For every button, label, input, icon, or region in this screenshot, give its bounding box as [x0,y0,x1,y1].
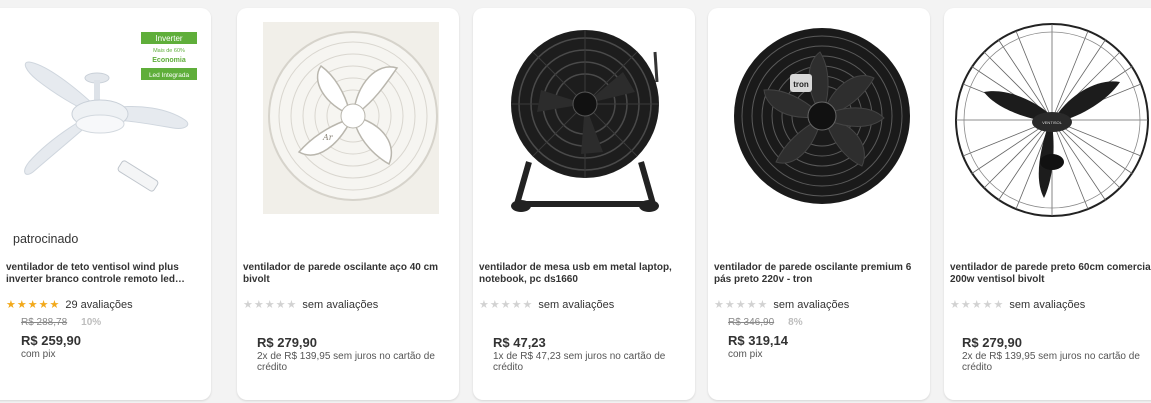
rating-stars: ★ ★ ★ ★ ★ [479,299,533,311]
discount-badge: 8% [788,317,803,328]
star-icon: ★ [714,299,724,311]
payment-info: 2x de R$ 139,95 sem juros no cartão de c… [962,351,1140,373]
old-price: R$ 288,78 [21,317,68,328]
rating-stars: ★ ★ ★ ★ ★ [950,299,1004,311]
product-image[interactable]: Inverter Mais de 60% Economia Led Integr… [0,12,211,224]
rating-count: sem avaliações [538,299,615,311]
old-price-row: R$ 288,78 10% [21,317,101,328]
payment-info: 2x de R$ 139,95 sem juros no cartão de c… [257,351,435,373]
star-icon: ★ [746,299,757,311]
star-icon: ★ [960,299,971,311]
svg-text:Led Integrada: Led Integrada [149,72,190,79]
product-image[interactable]: VENTISOL [944,12,1151,224]
wall-fan-icon: Ar [263,22,439,214]
product-image[interactable] [473,12,695,224]
payment-info: com pix [728,349,763,360]
svg-text:VENTISOL: VENTISOL [1042,120,1063,125]
star-icon: ★ [479,299,489,311]
product-card[interactable]: Ar ventilador de parede oscilante aço 40… [237,8,459,400]
star-icon: ★ [27,299,38,311]
star-icon: ★ [522,299,533,311]
payment-info: com pix [21,349,56,360]
rating-stars: ★ ★ ★ ★ ★ [714,299,768,311]
star-icon: ★ [489,299,500,311]
svg-text:tron: tron [793,80,809,89]
price: R$ 47,23 [493,335,546,350]
star-icon: ★ [724,299,735,311]
product-title[interactable]: ventilador de parede oscilante premium 6… [714,262,924,286]
price: R$ 279,90 [257,335,317,350]
star-icon: ★ [971,299,982,311]
star-icon: ★ [253,299,264,311]
rating-count: 29 avaliações [65,299,133,311]
payment-info: 1x de R$ 47,23 sem juros no cartão de cr… [493,351,666,373]
rating: ★ ★ ★ ★ ★ sem avaliações [479,298,614,312]
star-icon: ★ [38,299,49,311]
star-icon: ★ [500,299,511,311]
star-icon: ★ [243,299,253,311]
product-card[interactable]: ventilador de mesa usb em metal laptop, … [473,8,695,400]
product-title[interactable]: ventilador de parede preto 60cm comercia… [950,262,1151,286]
svg-text:Inverter: Inverter [155,34,182,43]
star-icon: ★ [511,299,522,311]
svg-text:Ar: Ar [322,133,334,142]
product-title[interactable]: ventilador de teto ventisol wind plus in… [6,262,205,286]
product-image[interactable]: Ar [237,12,459,224]
rating: ★ ★ ★ ★ ★ 29 avaliações [6,298,133,312]
rating-count: sem avaliações [1009,299,1086,311]
old-price: R$ 346,90 [728,317,775,328]
star-icon: ★ [6,299,16,311]
rating: ★ ★ ★ ★ ★ sem avaliações [950,298,1085,312]
rating: ★ ★ ★ ★ ★ sem avaliações [714,298,849,312]
commercial-wall-fan-icon: VENTISOL [955,23,1149,217]
sponsored-label: patrocinado [13,232,79,246]
product-card[interactable]: tron ventilador de parede oscilante prem… [708,8,930,400]
rating-count: sem avaliações [773,299,850,311]
rating-stars: ★ ★ ★ ★ ★ [6,299,60,311]
product-card[interactable]: VENTISOL ventilador de parede preto 60cm… [944,8,1151,400]
star-icon: ★ [286,299,297,311]
rating-count: sem avaliações [302,299,379,311]
rating: ★ ★ ★ ★ ★ sem avaliações [243,298,378,312]
star-icon: ★ [757,299,768,311]
svg-text:Mais de 60%: Mais de 60% [153,48,185,54]
half-star-icon: ★ [49,299,60,311]
black-wall-fan-icon: tron [734,28,910,204]
ceiling-fan-icon: Inverter Mais de 60% Economia Led Integr… [0,12,211,224]
product-title[interactable]: ventilador de parede oscilante aço 40 cm… [243,262,453,286]
usb-fan-icon [511,30,659,212]
discount-badge: 10% [81,317,102,328]
product-card[interactable]: Inverter Mais de 60% Economia Led Integr… [0,8,211,400]
star-icon: ★ [982,299,993,311]
star-icon: ★ [993,299,1004,311]
rating-stars: ★ ★ ★ ★ ★ [243,299,297,311]
star-icon: ★ [264,299,275,311]
svg-text:Economia: Economia [152,57,186,64]
old-price-row: R$ 346,90 8% [728,317,803,328]
price: R$ 319,14 [728,333,788,348]
star-icon: ★ [275,299,286,311]
star-icon: ★ [950,299,960,311]
product-title[interactable]: ventilador de mesa usb em metal laptop, … [479,262,689,286]
price: R$ 259,90 [21,333,81,348]
price: R$ 279,90 [962,335,1022,350]
product-image[interactable]: tron [708,12,930,224]
star-icon: ★ [16,299,27,311]
star-icon: ★ [735,299,746,311]
